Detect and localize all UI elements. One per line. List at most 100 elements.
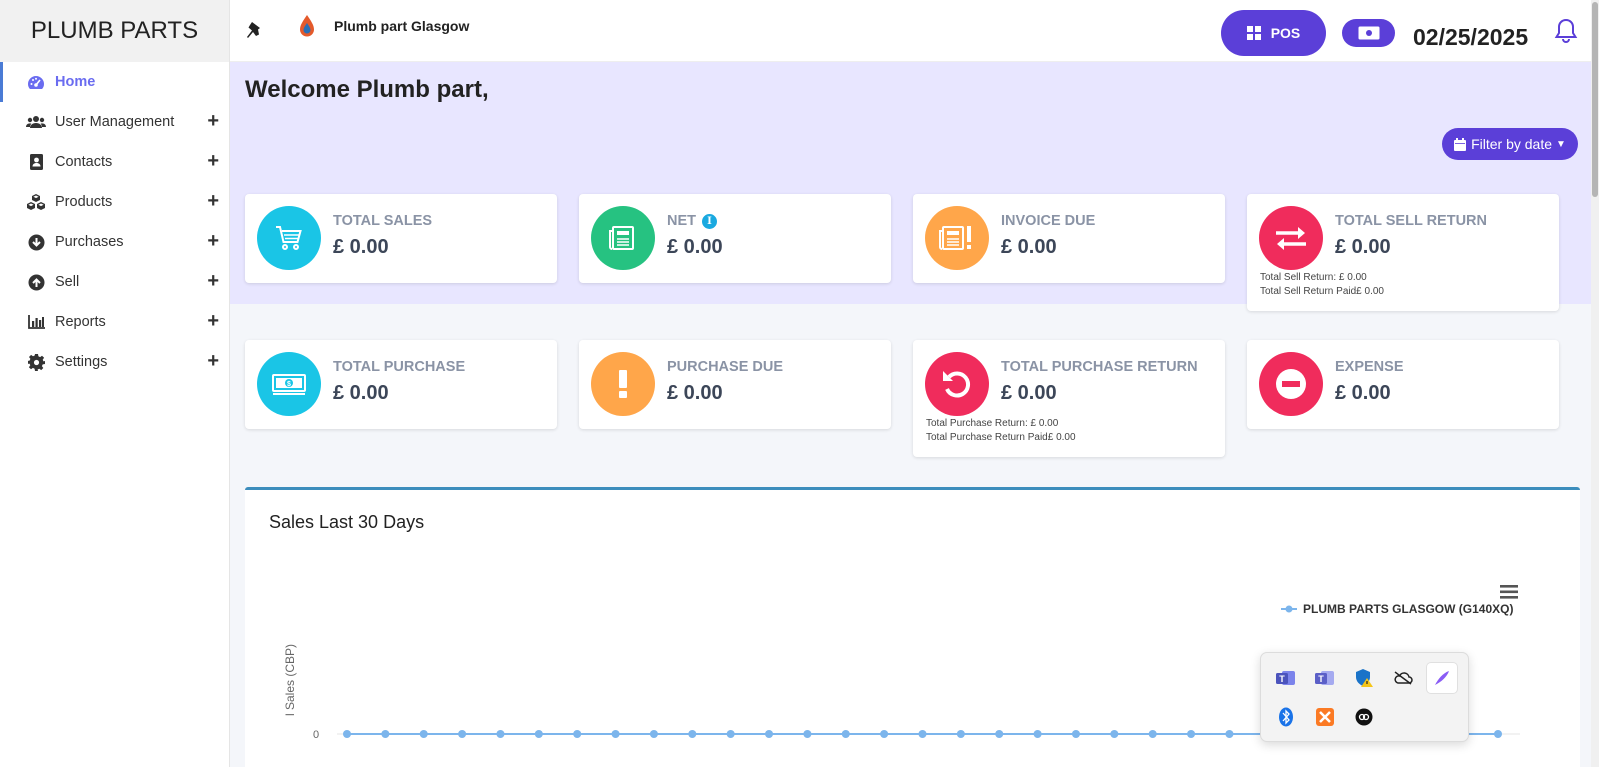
svg-text:T: T (1318, 674, 1324, 684)
expand-plus-icon[interactable]: + (207, 270, 219, 292)
data-point[interactable] (1187, 730, 1196, 738)
sidebar-item-label: Products (55, 194, 113, 210)
card-value: £ 0.00 (1001, 236, 1057, 258)
data-point[interactable] (573, 730, 582, 738)
legend-marker (1281, 605, 1297, 613)
data-point[interactable] (803, 730, 812, 738)
card-label: TOTAL SALES (333, 213, 433, 229)
data-point[interactable] (458, 730, 467, 738)
info-icon[interactable]: i (702, 214, 717, 229)
pen-icon[interactable] (1427, 663, 1457, 693)
y-tick-label: 0 (313, 729, 319, 740)
cash-register-button[interactable] (1342, 19, 1395, 47)
expand-plus-icon[interactable]: + (207, 190, 219, 212)
purchase-return-paid: Total Purchase Return Paid£ 0.00 (926, 432, 1076, 443)
arrow-circle-up-icon (26, 273, 46, 291)
data-point[interactable] (1110, 730, 1119, 738)
pos-label: POS (1270, 25, 1301, 41)
cart-icon (257, 206, 321, 270)
total-purchase-card: $ TOTAL PURCHASE £ 0.00 (245, 340, 557, 429)
onedrive-icon[interactable] (1388, 663, 1418, 693)
legend-label: PLUMB PARTS GLASGOW (G140XQ) (1303, 602, 1514, 616)
card-label: INVOICE DUE (1001, 213, 1096, 229)
sidebar-item-label: Purchases (55, 234, 124, 250)
expand-plus-icon[interactable]: + (207, 310, 219, 332)
sidebar-item-sell[interactable]: Sell + (0, 262, 229, 302)
expense-card: EXPENSE £ 0.00 (1247, 340, 1559, 429)
cubes-icon (26, 193, 46, 211)
data-point[interactable] (381, 730, 390, 738)
card-value: £ 0.00 (667, 236, 723, 258)
expand-plus-icon[interactable]: + (207, 110, 219, 132)
teams-icon[interactable]: T (1271, 663, 1301, 693)
sidebar-item-settings[interactable]: Settings + (0, 342, 229, 382)
calendar-icon (1454, 137, 1467, 151)
sidebar-item-home[interactable]: Home (0, 62, 229, 102)
current-date: 02/25/2025 (1413, 24, 1529, 50)
caret-down-icon: ▼ (1556, 138, 1566, 150)
data-point[interactable] (534, 730, 543, 738)
undo-icon (925, 352, 989, 416)
filter-by-date-button[interactable]: Filter by date ▼ (1442, 128, 1578, 160)
data-point[interactable] (343, 730, 351, 738)
invoice-warning-icon (925, 206, 989, 270)
newspaper-icon (591, 206, 655, 270)
scrollbar-thumb[interactable] (1592, 2, 1598, 197)
gear-icon (26, 353, 46, 371)
data-point[interactable] (1071, 730, 1080, 738)
windows-security-icon[interactable] (1349, 663, 1379, 693)
data-point[interactable] (1148, 730, 1157, 738)
expand-plus-icon[interactable]: + (207, 350, 219, 372)
sidebar-item-user-management[interactable]: User Management + (0, 102, 229, 142)
data-point[interactable] (649, 730, 658, 738)
data-point[interactable] (419, 730, 428, 738)
net-card: NET i £ 0.00 (579, 194, 891, 283)
data-point[interactable] (918, 730, 927, 738)
teams-classic-icon[interactable]: T (1310, 663, 1340, 693)
sidebar-item-contacts[interactable]: Contacts + (0, 142, 229, 182)
card-label: TOTAL PURCHASE (333, 359, 466, 375)
sidebar-item-purchases[interactable]: Purchases + (0, 222, 229, 262)
card-label: NET i (667, 213, 717, 229)
chart-legend[interactable]: PLUMB PARTS GLASGOW (G140XQ) (1281, 602, 1513, 616)
svg-text:$: $ (287, 381, 291, 388)
dashboard-icon (26, 73, 46, 91)
sidebar-item-reports[interactable]: Reports + (0, 302, 229, 342)
card-label: PURCHASE DUE (667, 359, 784, 375)
money-icon: $ (257, 352, 321, 416)
data-point[interactable] (1494, 730, 1502, 738)
expand-plus-icon[interactable]: + (207, 150, 219, 172)
data-point[interactable] (995, 730, 1004, 738)
bluetooth-icon[interactable] (1271, 702, 1301, 732)
sidebar-item-products[interactable]: Products + (0, 182, 229, 222)
page-title: Welcome Plumb part, (245, 76, 489, 103)
sidebar-item-label: User Management (55, 114, 175, 130)
data-point[interactable] (956, 730, 965, 738)
money-bill-icon (1358, 26, 1379, 40)
sell-return-total: Total Sell Return: £ 0.00 (1260, 272, 1367, 283)
xampp-icon[interactable] (1310, 702, 1340, 732)
data-point[interactable] (1225, 730, 1234, 738)
filter-label: Filter by date (1471, 136, 1553, 152)
data-point[interactable] (880, 730, 889, 738)
data-point[interactable] (726, 730, 735, 738)
expand-plus-icon[interactable]: + (207, 230, 219, 252)
data-point[interactable] (688, 730, 697, 738)
total-purchase-return-card: TOTAL PURCHASE RETURN £ 0.00 Total Purch… (913, 340, 1225, 457)
data-point[interactable] (496, 730, 505, 738)
data-point[interactable] (1033, 730, 1042, 738)
sidebar-item-label: Reports (55, 314, 106, 330)
sidebar-item-label: Settings (55, 354, 108, 370)
business-logo-icon (297, 14, 317, 45)
data-point[interactable] (611, 730, 620, 738)
pos-button[interactable]: POS (1221, 10, 1326, 56)
bell-icon[interactable] (1554, 18, 1578, 49)
card-value: £ 0.00 (333, 236, 389, 258)
app-icon[interactable] (1349, 702, 1379, 732)
data-point[interactable] (765, 730, 774, 738)
minus-circle-icon (1259, 352, 1323, 416)
pin-icon[interactable] (246, 20, 266, 47)
system-tray-popup: T T (1260, 652, 1469, 742)
data-point[interactable] (841, 730, 850, 738)
brand-logo[interactable]: PLUMB PARTS (0, 0, 229, 62)
